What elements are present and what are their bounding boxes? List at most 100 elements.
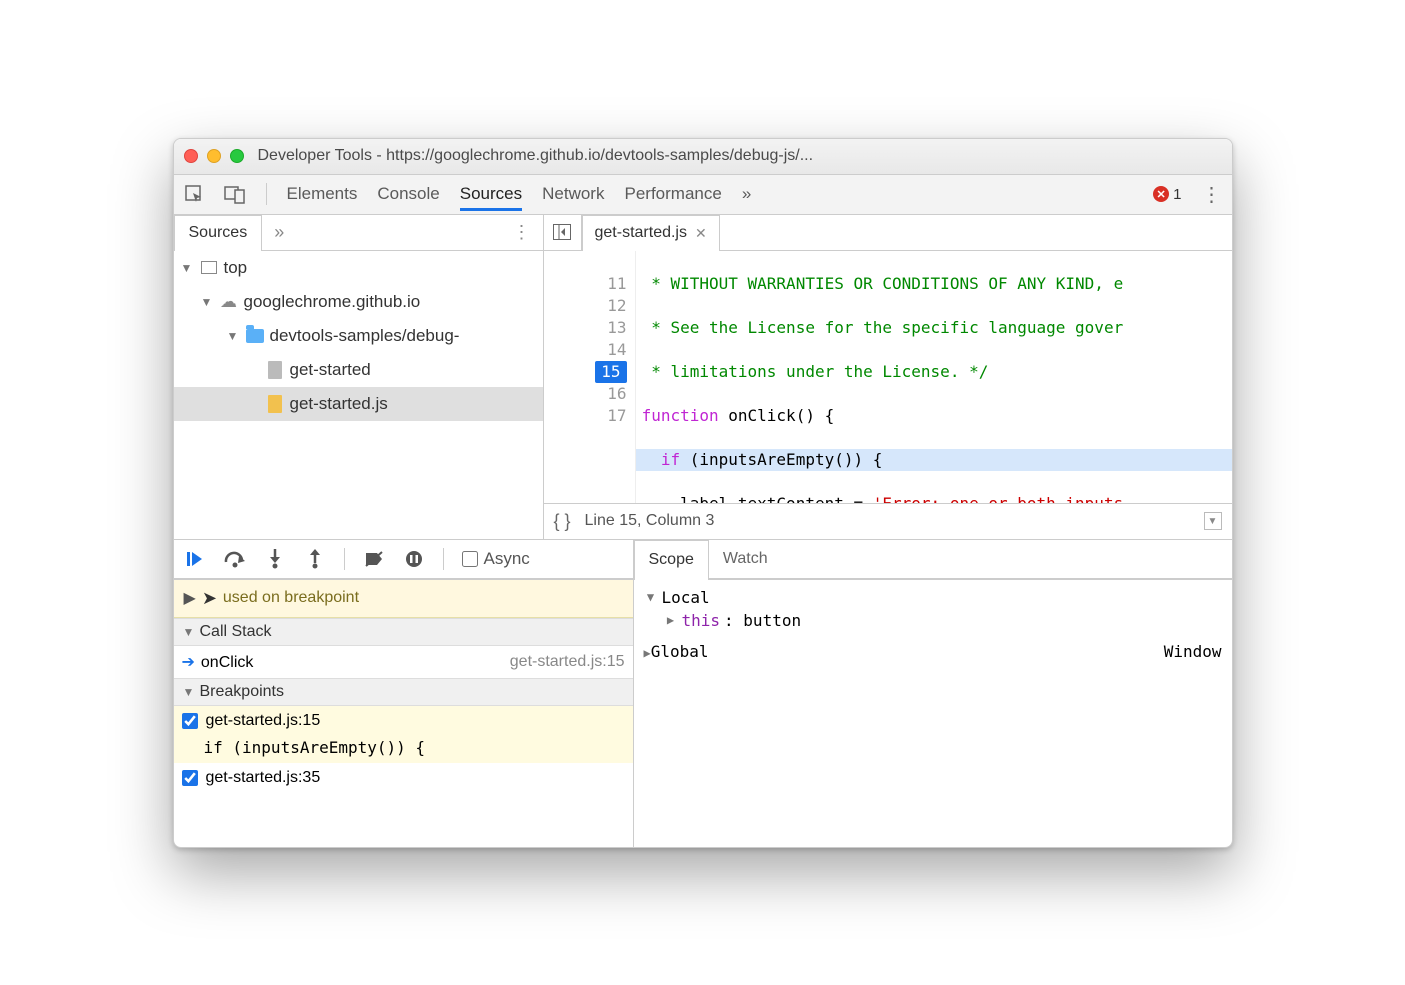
scope-global[interactable]: ▶Global Window	[644, 640, 1222, 663]
document-icon	[266, 361, 284, 379]
step-out-button[interactable]	[304, 548, 326, 570]
tab-network[interactable]: Network	[542, 184, 604, 204]
chevron-right-icon: ▶	[184, 588, 196, 608]
chevron-down-icon: ▼	[180, 261, 194, 275]
breakpoint-marker[interactable]: 15	[595, 361, 626, 383]
folder-icon	[246, 327, 264, 345]
code-line-current: if (inputsAreEmpty()) {	[636, 449, 1232, 471]
toolbar-separator	[344, 548, 345, 570]
code-editor[interactable]: 11121314151617 * WITHOUT WARRANTIES OR C…	[544, 251, 1232, 503]
tree-node-top[interactable]: ▼ top	[174, 251, 543, 285]
tab-watch[interactable]: Watch	[709, 540, 782, 578]
toggle-navigator-icon[interactable]	[544, 215, 582, 250]
scope-tree: ▼ Local ▶ this: button ▶Global Window	[634, 580, 1232, 847]
navigator-tabbar: Sources » ⋮	[174, 215, 543, 251]
error-badge[interactable]: ✕ 1	[1153, 186, 1181, 203]
tab-performance[interactable]: Performance	[624, 184, 721, 204]
error-icon: ✕	[1153, 186, 1169, 202]
inspect-element-icon[interactable]	[184, 184, 204, 204]
paused-text: used on breakpoint	[223, 589, 359, 607]
cursor-position: Line 15, Column 3	[585, 512, 715, 530]
error-count: 1	[1173, 186, 1181, 203]
paused-message[interactable]: ▶ ➤ used on breakpoint	[174, 580, 633, 618]
pretty-print-icon[interactable]: { }	[554, 511, 571, 532]
frame-location[interactable]: get-started.js:15	[510, 653, 625, 671]
toolbar-separator	[443, 548, 444, 570]
breakpoint-source: if (inputsAreEmpty()) {	[174, 736, 633, 763]
scope-local[interactable]: ▼ Local	[644, 586, 1222, 609]
tree-label: get-started	[290, 360, 371, 380]
window-minimize-button[interactable]	[207, 149, 221, 163]
tab-console[interactable]: Console	[377, 184, 439, 204]
async-label: Async	[484, 549, 530, 569]
deactivate-breakpoints-button[interactable]	[363, 548, 385, 570]
async-checkbox[interactable]: Async	[462, 549, 530, 569]
window-maximize-button[interactable]	[230, 149, 244, 163]
navigator-tab-sources[interactable]: Sources	[174, 215, 263, 251]
tab-elements[interactable]: Elements	[287, 184, 358, 204]
variable-value: : button	[724, 611, 801, 630]
navigator-tabs-overflow[interactable]: »	[262, 215, 296, 250]
editor-tab[interactable]: get-started.js ✕	[582, 215, 720, 251]
pause-on-exceptions-button[interactable]	[403, 548, 425, 570]
tree-label: get-started.js	[290, 394, 388, 414]
tree-label: devtools-samples/debug-	[270, 326, 460, 346]
step-into-button[interactable]	[264, 548, 286, 570]
editor-tabbar: get-started.js ✕	[544, 215, 1232, 251]
code-line: label.textContent = 'Error: one or both …	[636, 493, 1232, 503]
breakpoints-header[interactable]: ▼ Breakpoints	[174, 678, 633, 706]
tree-node-folder[interactable]: ▼ devtools-samples/debug-	[174, 319, 543, 353]
callstack-title: Call Stack	[200, 623, 272, 641]
cursor-icon: ➤	[202, 588, 217, 609]
code-line: * WITHOUT WARRANTIES OR CONDITIONS OF AN…	[636, 273, 1232, 295]
tab-scope[interactable]: Scope	[634, 540, 709, 580]
breakpoint-label: get-started.js:15	[206, 712, 321, 730]
code-line: * See the License for the specific langu…	[636, 317, 1232, 339]
window-title: Developer Tools - https://googlechrome.g…	[258, 147, 814, 165]
resume-button[interactable]	[184, 548, 206, 570]
tab-sources[interactable]: Sources	[460, 184, 522, 211]
tree-node-domain[interactable]: ▼ ☁ googlechrome.github.io	[174, 285, 543, 319]
breakpoints-title: Breakpoints	[200, 683, 285, 701]
scope-label: Local	[662, 588, 710, 607]
device-toggle-icon[interactable]	[224, 184, 246, 204]
tree-node-file-js[interactable]: get-started.js	[174, 387, 543, 421]
devtools-toolbar: Elements Console Sources Network Perform…	[174, 175, 1232, 215]
code-line: * limitations under the License. */	[636, 361, 1232, 383]
breakpoint-item[interactable]: get-started.js:35	[174, 763, 633, 793]
chevron-down-icon: ▼	[182, 685, 196, 699]
tree-label: googlechrome.github.io	[244, 292, 421, 312]
settings-menu-icon[interactable]: ⋮	[1202, 182, 1222, 207]
async-checkbox-input[interactable]	[462, 551, 478, 567]
source-text: * WITHOUT WARRANTIES OR CONDITIONS OF AN…	[636, 251, 1232, 503]
cloud-icon: ☁	[220, 293, 238, 311]
script-icon	[266, 395, 284, 413]
breakpoint-item[interactable]: get-started.js:15	[174, 706, 633, 736]
scope-tabbar: Scope Watch	[634, 540, 1232, 580]
callstack-header[interactable]: ▼ Call Stack	[174, 618, 633, 646]
toolbar-separator	[266, 183, 267, 205]
callstack-frame[interactable]: ➔ onClick get-started.js:15	[174, 646, 633, 678]
coverage-toggle-icon[interactable]: ▼	[1204, 512, 1222, 530]
tree-label: top	[224, 258, 248, 278]
frame-function: onClick	[201, 654, 253, 671]
navigator-menu-icon[interactable]: ⋮	[501, 215, 543, 250]
window-close-button[interactable]	[184, 149, 198, 163]
current-frame-icon: ➔	[182, 654, 195, 671]
window-titlebar: Developer Tools - https://googlechrome.g…	[174, 139, 1232, 175]
breakpoint-checkbox[interactable]	[182, 713, 198, 729]
line-gutter[interactable]: 11121314151617	[544, 251, 636, 503]
chevron-down-icon: ▼	[182, 625, 196, 639]
step-over-button[interactable]	[224, 548, 246, 570]
tree-node-file-html[interactable]: get-started	[174, 353, 543, 387]
debugger-pane: Async ▶ ➤ used on breakpoint ▼ Call Stac…	[174, 539, 1232, 847]
devtools-window: Developer Tools - https://googlechrome.g…	[173, 138, 1233, 848]
navigator-pane: Sources » ⋮ ▼ top ▼ ☁ googlechrome.githu…	[174, 215, 544, 539]
scope-pane: Scope Watch ▼ Local ▶ this: button ▶Glob…	[634, 540, 1232, 847]
tabs-overflow[interactable]: »	[742, 184, 751, 204]
scope-variable-this[interactable]: ▶ this: button	[644, 609, 1222, 632]
scope-label: Global	[651, 642, 709, 661]
file-tree: ▼ top ▼ ☁ googlechrome.github.io ▼ devto…	[174, 251, 543, 539]
close-tab-icon[interactable]: ✕	[695, 225, 707, 242]
breakpoint-checkbox[interactable]	[182, 770, 198, 786]
